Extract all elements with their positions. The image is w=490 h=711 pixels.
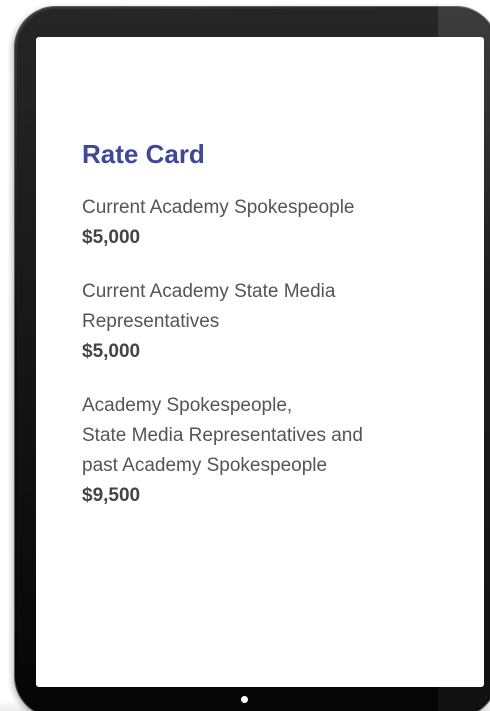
- tablet-frame: Rate Card Current Academy Spokespeople $…: [14, 6, 490, 711]
- rate-item-label: Current Academy State Media Representati…: [82, 281, 336, 332]
- stage: Rate Card Current Academy Spokespeople $…: [0, 0, 490, 711]
- rate-item-label: Academy Spokespeople, State Media Repres…: [82, 395, 363, 476]
- rate-card-title: Rate Card: [82, 139, 205, 169]
- tablet-screen: Rate Card Current Academy Spokespeople $…: [36, 37, 484, 687]
- rate-item-price: $5,000: [82, 341, 141, 362]
- rate-item: Academy Spokespeople, State Media Repres…: [82, 391, 442, 511]
- rate-item-label: Current Academy Spokespeople: [82, 197, 355, 218]
- home-dot-icon[interactable]: [241, 696, 248, 703]
- rate-item: Current Academy State Media Representati…: [82, 277, 442, 367]
- rate-card: Rate Card Current Academy Spokespeople $…: [82, 137, 442, 535]
- rate-item: Current Academy Spokespeople $5,000: [82, 193, 442, 253]
- rate-item-price: $5,000: [82, 227, 141, 248]
- rate-item-price: $9,500: [82, 485, 141, 506]
